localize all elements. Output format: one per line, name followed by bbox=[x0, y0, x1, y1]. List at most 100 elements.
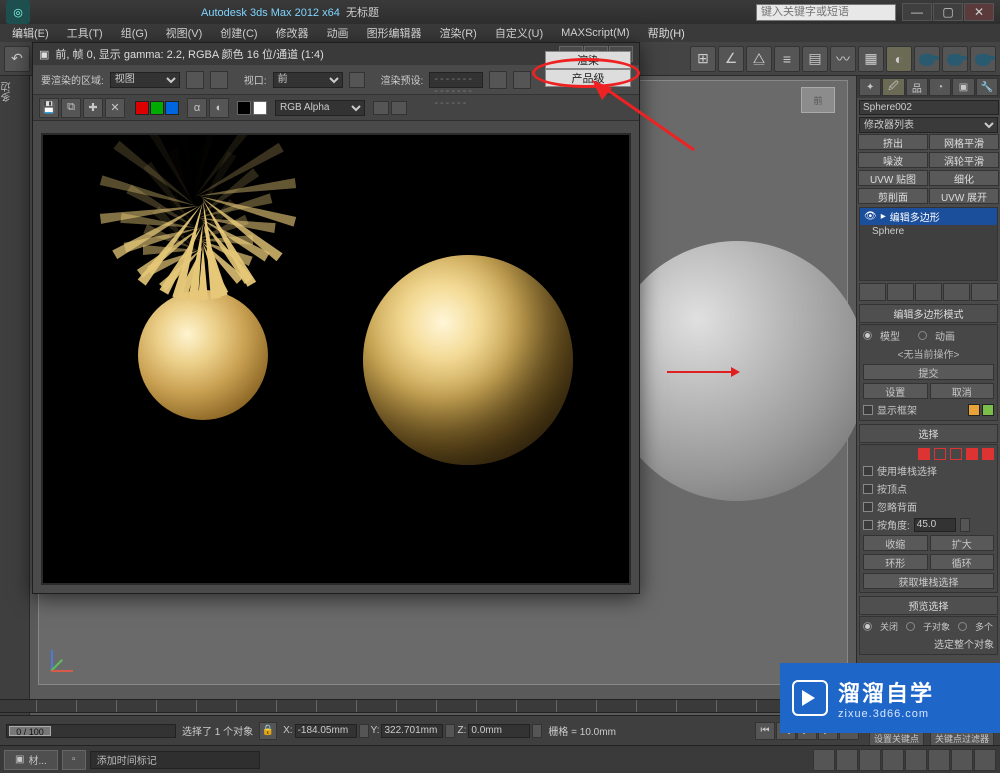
angle-value-input[interactable] bbox=[914, 518, 956, 532]
align-button[interactable]: ≡ bbox=[774, 46, 800, 72]
toggle-green[interactable] bbox=[150, 101, 164, 115]
stack-current-modifier[interactable]: 👁 ▸ 编辑多边形 bbox=[860, 208, 997, 225]
tab-create[interactable]: ✦ bbox=[859, 78, 881, 96]
eye-icon[interactable]: 👁 bbox=[864, 211, 877, 222]
taskbar-extra[interactable]: ▫ bbox=[62, 750, 86, 770]
menu-item[interactable]: 工具(T) bbox=[59, 25, 111, 41]
tab-utilities[interactable]: 🔧 bbox=[976, 78, 998, 96]
modifier-preset-button[interactable]: 噪波 bbox=[858, 152, 928, 168]
pin-stack-button[interactable] bbox=[859, 283, 886, 301]
minimize-button[interactable]: — bbox=[902, 3, 932, 21]
modifier-preset-button[interactable]: 细化 bbox=[929, 170, 999, 186]
viewport-select[interactable]: 前 bbox=[273, 72, 343, 88]
coord-z-spinner[interactable] bbox=[532, 724, 542, 738]
layers-button[interactable]: ▤ bbox=[802, 46, 828, 72]
angle-spinner[interactable] bbox=[960, 518, 970, 532]
toggle-blue[interactable] bbox=[165, 101, 179, 115]
cage-color-2[interactable] bbox=[982, 404, 994, 416]
radio-model[interactable] bbox=[863, 331, 872, 340]
sel-border-icon[interactable] bbox=[950, 448, 962, 460]
gizmo-x-axis[interactable] bbox=[667, 371, 737, 373]
curve-editor-button[interactable]: 〰 bbox=[830, 46, 856, 72]
shrink-button[interactable]: 收缩 bbox=[863, 535, 928, 551]
toggle-mono[interactable]: ◐ bbox=[209, 98, 229, 118]
toggle-red[interactable] bbox=[135, 101, 149, 115]
time-slider-knob[interactable]: 0 / 100 bbox=[9, 726, 51, 736]
taskbar-material-editor[interactable]: ▣材... bbox=[4, 750, 58, 770]
coord-x-spinner[interactable] bbox=[359, 724, 369, 738]
by-angle-checkbox[interactable] bbox=[863, 520, 873, 530]
modifier-preset-button[interactable]: 挤出 bbox=[858, 134, 928, 150]
copy-image-button[interactable]: ⧉ bbox=[61, 98, 81, 118]
menu-item[interactable]: 自定义(U) bbox=[487, 25, 551, 41]
area-auto-region-button[interactable] bbox=[210, 71, 228, 89]
modifier-stack[interactable]: 👁 ▸ 编辑多边形 Sphere bbox=[859, 207, 998, 281]
render-button[interactable]: 渲染 bbox=[545, 51, 631, 69]
clear-button[interactable]: ✕ bbox=[105, 98, 125, 118]
object-name-input[interactable] bbox=[859, 100, 999, 115]
cage-color-1[interactable] bbox=[968, 404, 980, 416]
help-search-input[interactable] bbox=[756, 4, 896, 21]
menu-item[interactable]: 动画 bbox=[319, 25, 357, 41]
maximize-button[interactable]: ▢ bbox=[933, 3, 963, 21]
tab-motion[interactable]: ◔ bbox=[929, 78, 951, 96]
radio-multi[interactable] bbox=[958, 622, 967, 631]
menu-item[interactable]: MAXScript(M) bbox=[553, 27, 637, 39]
ignore-back-checkbox[interactable] bbox=[863, 502, 873, 512]
settings-button[interactable]: 设置 bbox=[863, 383, 928, 399]
rollout-preview-header[interactable]: 预览选择 bbox=[859, 596, 998, 615]
area-select[interactable]: 视图 bbox=[110, 72, 180, 88]
menu-item[interactable]: 渲染(R) bbox=[432, 25, 485, 41]
lock-selection-button[interactable]: 🔒 bbox=[259, 722, 277, 740]
render-canvas[interactable] bbox=[41, 133, 631, 585]
schematic-button[interactable]: ▦ bbox=[858, 46, 884, 72]
coord-x-input[interactable] bbox=[295, 724, 357, 738]
key-filters-button[interactable]: 关键点过滤器 bbox=[930, 731, 994, 746]
menu-item[interactable]: 视图(V) bbox=[158, 25, 211, 41]
close-button[interactable]: ✕ bbox=[964, 3, 994, 21]
tab-modify[interactable]: 🖉 bbox=[882, 78, 904, 96]
overlay-toggle-1[interactable] bbox=[373, 101, 389, 115]
modifier-preset-button[interactable]: 涡轮平滑 bbox=[929, 152, 999, 168]
make-unique-button[interactable] bbox=[915, 283, 942, 301]
ring-button[interactable]: 环形 bbox=[863, 554, 928, 570]
radio-anim[interactable] bbox=[918, 331, 927, 340]
sel-poly-icon[interactable] bbox=[966, 448, 978, 460]
overlay-toggle-2[interactable] bbox=[391, 101, 407, 115]
stack-base-object[interactable]: Sphere bbox=[860, 225, 997, 238]
zoom-extents-button[interactable] bbox=[882, 749, 904, 771]
viewcube[interactable]: 前 bbox=[801, 87, 835, 113]
lock-viewport-button[interactable] bbox=[349, 72, 365, 88]
grow-button[interactable]: 扩大 bbox=[930, 535, 995, 551]
menu-item[interactable]: 编辑(E) bbox=[4, 25, 57, 41]
modifier-preset-button[interactable]: UVW 展开 bbox=[929, 188, 999, 204]
sel-element-icon[interactable] bbox=[982, 448, 994, 460]
modifier-list[interactable]: 修改器列表 bbox=[859, 117, 998, 133]
render-button[interactable] bbox=[970, 46, 996, 72]
menu-item[interactable]: 图形编辑器 bbox=[359, 25, 430, 41]
render-setup-icon[interactable] bbox=[489, 71, 507, 89]
modifier-preset-button[interactable]: UVW 贴图 bbox=[858, 170, 928, 186]
loop-button[interactable]: 循环 bbox=[930, 554, 995, 570]
time-slider[interactable]: 0 / 100 bbox=[6, 724, 176, 738]
cancel-button[interactable]: 取消 bbox=[930, 383, 995, 399]
snap-toggle[interactable]: ⊞ bbox=[690, 46, 716, 72]
goto-start-button[interactable]: ⏮ bbox=[755, 722, 775, 740]
material-editor-button[interactable]: ◐ bbox=[886, 46, 912, 72]
channel-swatch-white[interactable] bbox=[253, 101, 267, 115]
max-toggle-button[interactable] bbox=[928, 749, 950, 771]
sel-vertex-icon[interactable] bbox=[918, 448, 930, 460]
help-search[interactable] bbox=[756, 4, 896, 21]
coord-y-input[interactable] bbox=[381, 724, 443, 738]
rollout-selection-header[interactable]: 选择 bbox=[859, 424, 998, 443]
render-frame-button[interactable] bbox=[942, 46, 968, 72]
setkey-button[interactable]: 设置关键点 bbox=[869, 731, 924, 746]
undo-button[interactable]: ↶ bbox=[4, 46, 30, 72]
toggle-alpha[interactable]: α bbox=[187, 98, 207, 118]
coord-z-input[interactable] bbox=[468, 724, 530, 738]
env-icon[interactable] bbox=[513, 71, 531, 89]
coord-y-spinner[interactable] bbox=[445, 724, 455, 738]
render-setup-button[interactable] bbox=[914, 46, 940, 72]
tab-hierarchy[interactable]: 品 bbox=[906, 78, 928, 96]
radio-subobj[interactable] bbox=[906, 622, 915, 631]
